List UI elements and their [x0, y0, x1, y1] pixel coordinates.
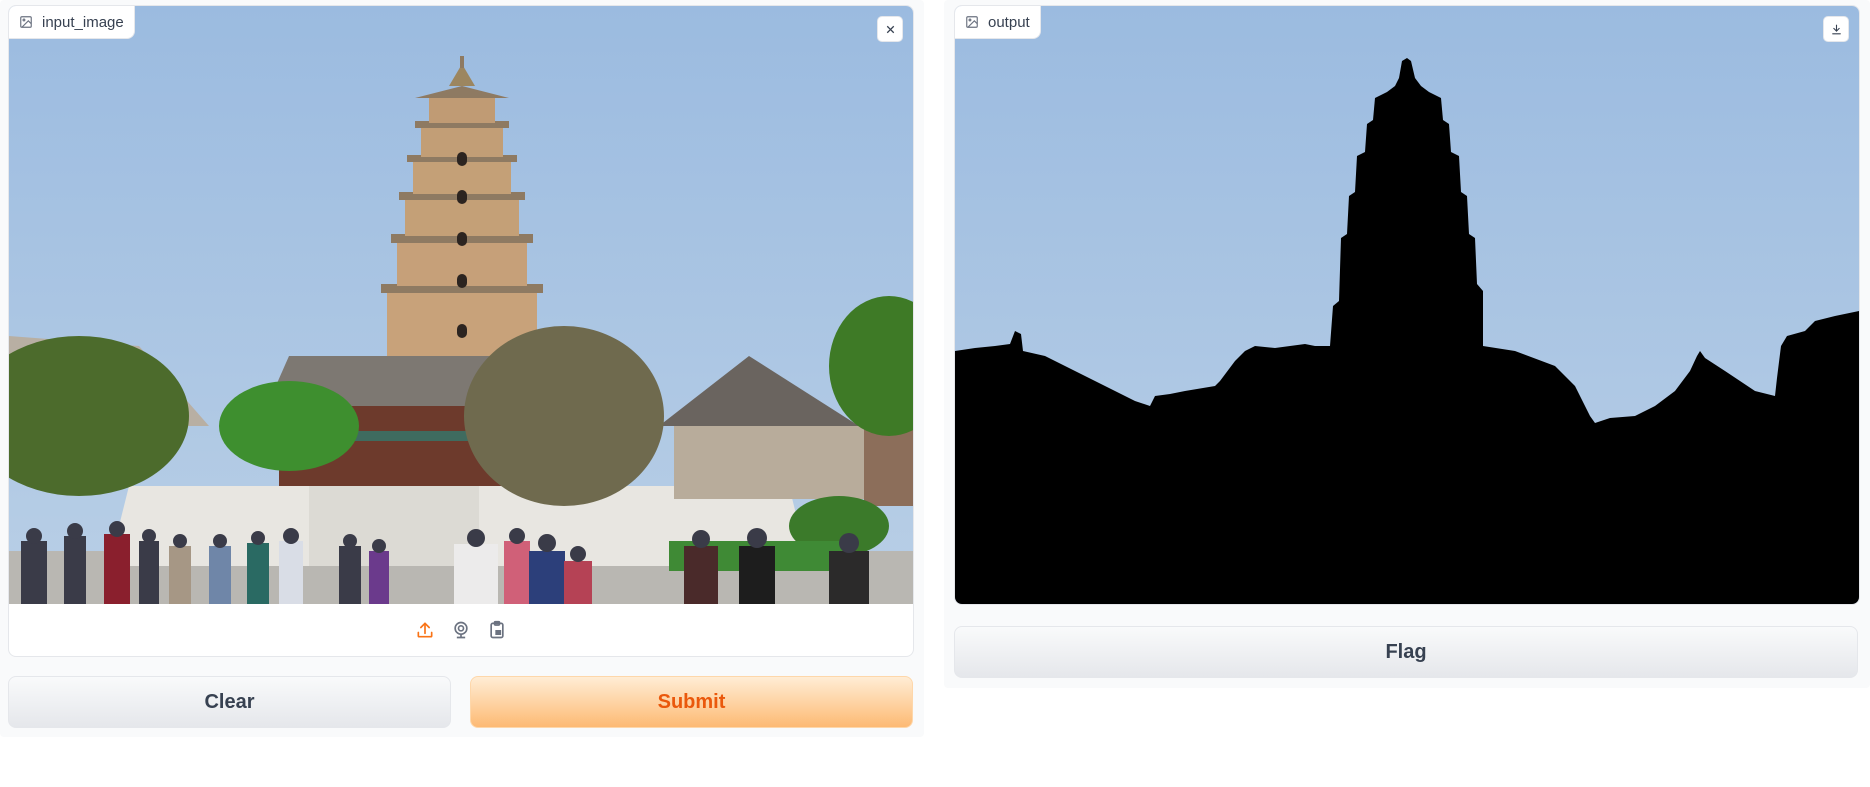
webcam-source-button[interactable] [450, 619, 472, 641]
output-label: output [955, 6, 1041, 39]
output-image-block: output [954, 5, 1860, 605]
input-image-block[interactable]: input_image [8, 5, 914, 657]
flag-button[interactable]: Flag [954, 626, 1858, 678]
image-source-toolbar [9, 604, 913, 656]
output-label-text: output [988, 13, 1030, 31]
upload-source-button[interactable] [414, 619, 436, 641]
image-icon [965, 15, 979, 29]
clear-image-button[interactable] [877, 16, 903, 42]
clear-button[interactable]: Clear [8, 676, 451, 728]
webcam-icon [451, 620, 471, 640]
download-icon [1830, 23, 1843, 36]
submit-button[interactable]: Submit [470, 676, 913, 728]
output-mask-image [955, 6, 1859, 604]
input-photo [9, 6, 913, 604]
image-icon [19, 15, 33, 29]
input-image-label-text: input_image [42, 13, 124, 31]
clipboard-source-button[interactable] [486, 619, 508, 641]
close-icon [884, 23, 897, 36]
input-image-label: input_image [9, 6, 135, 39]
upload-icon [415, 620, 435, 640]
clipboard-icon [487, 620, 507, 640]
download-button[interactable] [1823, 16, 1849, 42]
